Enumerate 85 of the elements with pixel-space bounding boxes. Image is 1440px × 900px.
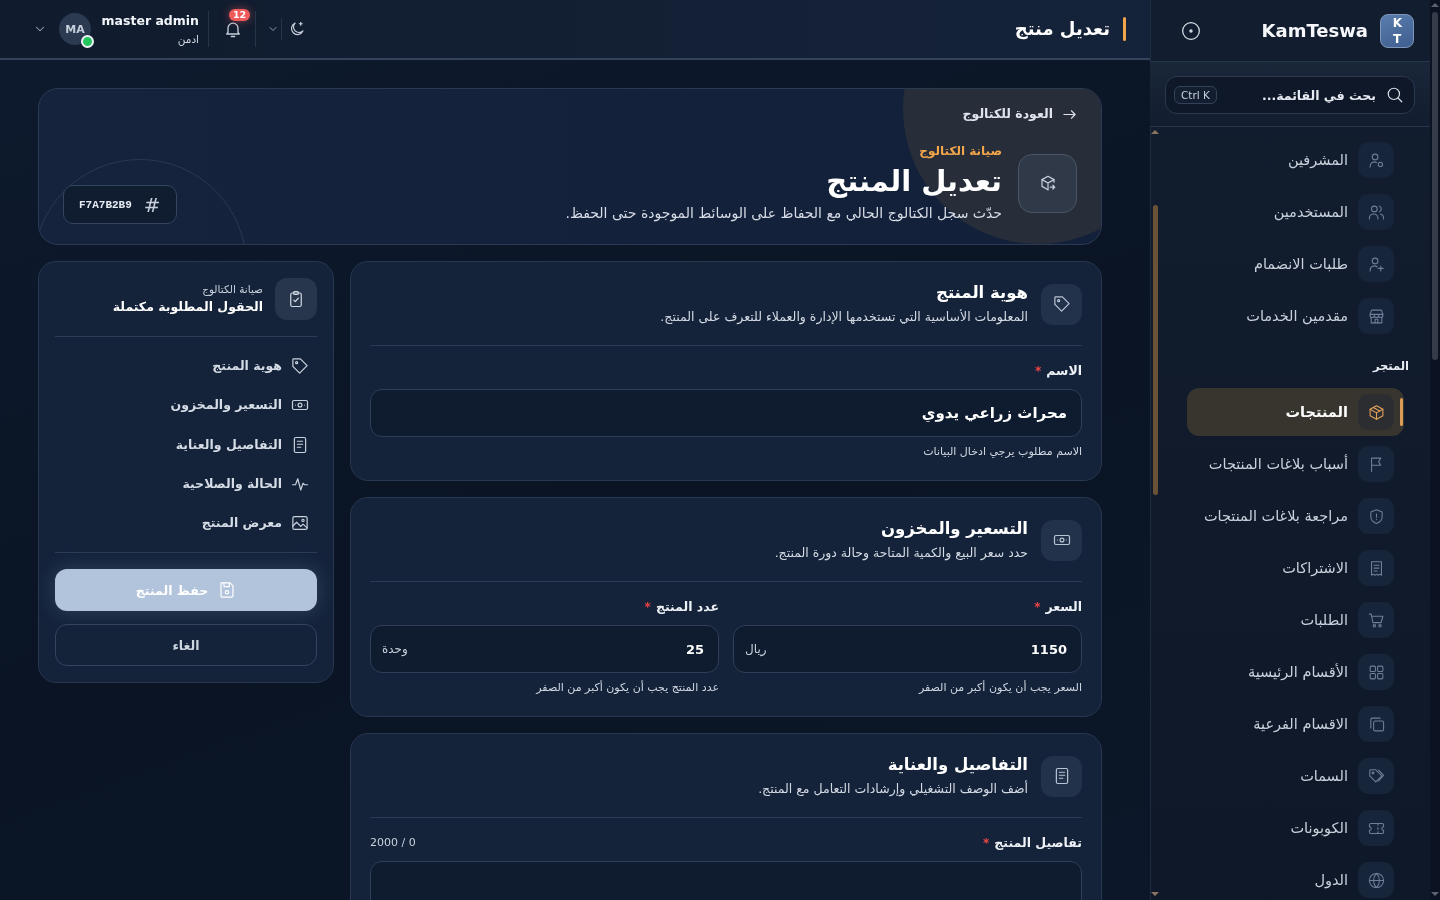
sidebar-item[interactable]: الاقسام الفرعية [1187, 700, 1404, 748]
sidebar-item[interactable]: المنتجات [1187, 388, 1404, 436]
sidebar-item[interactable]: السمات [1187, 752, 1404, 800]
section-title: هوية المنتج [936, 282, 1028, 304]
page-heading: تعديل المنتج [826, 163, 1002, 200]
sidebar-item[interactable]: المشرفين [1187, 136, 1404, 184]
section-link[interactable]: هوية المنتج [212, 356, 317, 376]
shield-icon [1358, 498, 1394, 534]
section-description: المعلومات الأساسية التي تستخدمها الإدارة والعملاء للتعرف على المنتج. [660, 308, 1028, 327]
helper-text: الاسم مطلوب يرجي ادخال البيانات [922, 445, 1082, 459]
sidebar-item[interactable]: الاشتراكات [1187, 544, 1404, 592]
banknote-icon [1041, 519, 1082, 561]
scroll-up-icon[interactable] [1431, 3, 1439, 7]
scroll-down-icon[interactable] [1431, 892, 1439, 896]
brand-name: KamTeswa [1261, 20, 1368, 41]
document-icon [291, 435, 309, 454]
scrollbar-thumb[interactable] [1153, 205, 1158, 495]
page-description: حدّث سجل الكتالوج الحالي مع الحفاظ على الوسائط الموجودة حتى الحفظ. [565, 204, 1002, 224]
input-field[interactable]: محراث زراعي يدوي [370, 389, 1082, 437]
field-label: السعر * [1034, 598, 1082, 616]
character-counter: 2000 / 0 [370, 835, 416, 851]
section-link[interactable]: التسعير والمخزون [170, 395, 317, 416]
sidebar-item[interactable]: الكوبونات [1187, 804, 1404, 852]
notification-badge: 12 [229, 9, 251, 21]
scroll-down-icon[interactable] [1151, 892, 1159, 896]
globe-icon [1358, 862, 1394, 898]
sidebar-item[interactable]: مقدمين الخدمات [1187, 292, 1404, 340]
sidebar-item[interactable]: الأقسام الرئيسية [1187, 648, 1404, 696]
user-avatar[interactable]: MA [59, 13, 91, 45]
user-role: ادمن [177, 31, 199, 46]
sidebar-item[interactable]: مراجعة بلاغات المنتجات [1187, 492, 1404, 540]
tag-icon [1041, 283, 1082, 325]
accent-bar [1123, 17, 1126, 41]
copy-icon [1358, 706, 1394, 742]
users-icon [1358, 194, 1394, 230]
brand-logo: KT [1380, 13, 1414, 48]
grid-icon [1358, 654, 1394, 690]
tag-icon [1358, 758, 1394, 794]
tag-icon [291, 357, 309, 375]
clipboard-check-icon [275, 278, 317, 320]
search-icon [1386, 86, 1404, 104]
section-description: أضف الوصف التشغيلي وإرشادات التعامل مع المنتج. [758, 779, 1028, 799]
user-plus-icon [1358, 246, 1394, 282]
section-description: حدد سعر البيع والكمية المتاحة وحالة دورة المنتج. [774, 544, 1028, 563]
summary-eyebrow: صيانة الكتالوج [202, 282, 263, 297]
helper-text: عدد المنتج يجب أن يكون أكبر من الصفر [534, 681, 719, 695]
unit-label: ريال [745, 641, 767, 657]
cart-icon [1358, 602, 1394, 638]
product-code-badge: # F7A7B2B9 [63, 185, 177, 224]
receipt-icon [1358, 550, 1394, 586]
sidebar-item[interactable]: الدول [1187, 856, 1404, 900]
field-label: تفاصيل المنتج * [983, 834, 1082, 852]
moon-icon[interactable] [288, 20, 306, 38]
unit-label: وحدة [382, 641, 408, 657]
store-icon [1358, 298, 1394, 334]
section-link[interactable]: معرض المنتج [201, 513, 317, 533]
flag-icon [1358, 446, 1394, 482]
ticket-icon [1358, 810, 1394, 846]
summary-title: الحقول المطلوبة مكتملة [112, 298, 263, 316]
circle-dot-icon[interactable] [1181, 20, 1201, 41]
scrollbar-thumb[interactable] [1432, 12, 1438, 360]
sidebar-item[interactable]: الطلبات [1187, 596, 1404, 644]
sidebar-item[interactable]: طلبات الانضمام [1187, 240, 1404, 288]
sidebar-item[interactable]: أسباب بلاغات المنتجات [1187, 440, 1404, 488]
section-link[interactable]: الحالة والصلاحية [182, 473, 317, 494]
cancel-button[interactable]: الغاء [55, 624, 317, 666]
section-title: التسعير والمخزون [880, 518, 1028, 540]
field-label: عدد المنتج * [644, 598, 719, 616]
box-icon [1358, 394, 1394, 430]
page-title: تعديل منتج [1014, 17, 1110, 42]
sidebar-section-title: المتجر [1372, 358, 1409, 375]
user-icon [1358, 142, 1394, 178]
eyebrow-text: صيانة الكتالوج [919, 143, 1002, 160]
back-link[interactable]: العودة للكتالوج [962, 104, 1077, 124]
user-name: master admin [101, 12, 199, 29]
sidebar-item[interactable]: المستخدمين [1187, 188, 1404, 236]
section-link[interactable]: التفاصيل والعناية [175, 434, 317, 455]
image-icon [291, 514, 309, 532]
field-label: الاسم * [1035, 362, 1082, 380]
save-icon [218, 581, 237, 599]
document-icon [1041, 755, 1082, 797]
scroll-up-icon[interactable] [1151, 130, 1159, 134]
helper-text: السعر يجب أن يكون أكبر من الصفر [917, 681, 1082, 695]
section-title: التفاصيل والعناية [887, 754, 1028, 776]
shortcut-hint: Ctrl K [1174, 86, 1217, 104]
